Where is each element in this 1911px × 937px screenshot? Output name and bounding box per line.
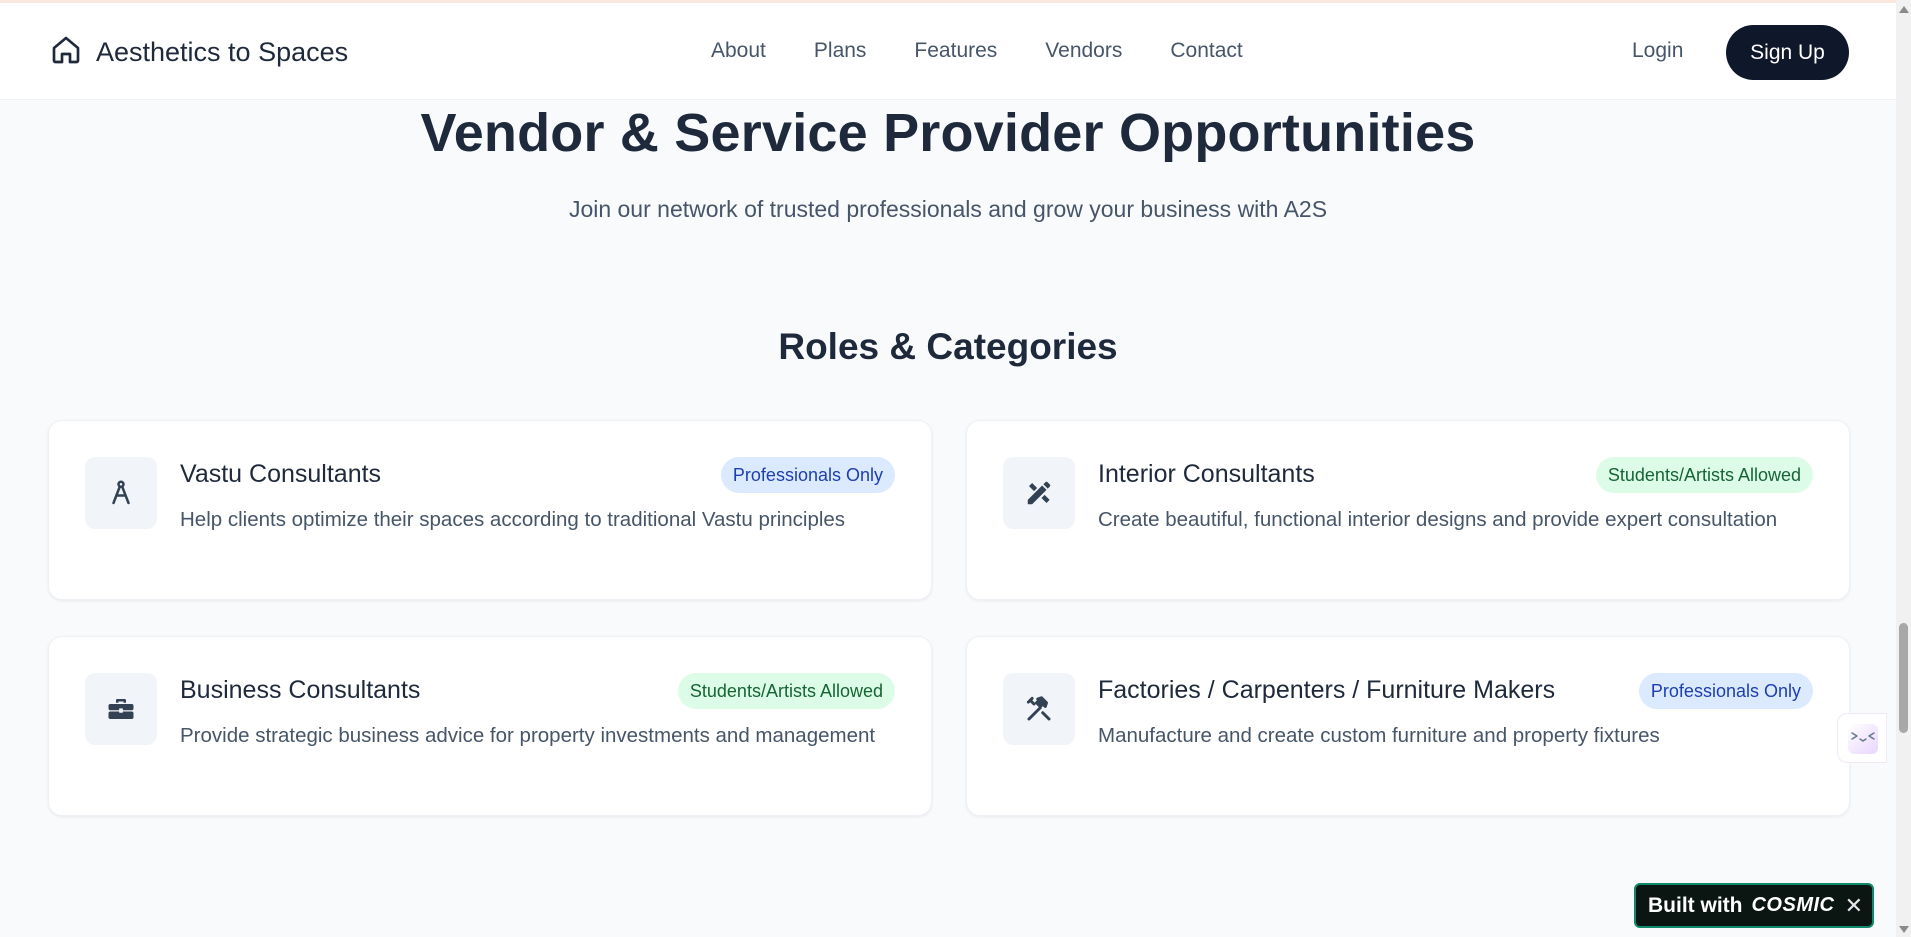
role-card-description: Provide strategic business advice for pr… — [180, 724, 876, 747]
built-with-cosmic-badge[interactable]: Built with COSMIC ✕ — [1634, 883, 1874, 928]
page-scrollbar[interactable] — [1896, 0, 1911, 937]
nav-link-about[interactable]: About — [711, 39, 766, 63]
close-icon[interactable]: ✕ — [1845, 893, 1863, 919]
brand-logo-link[interactable]: Aesthetics to Spaces — [50, 34, 348, 71]
nav-link-plans[interactable]: Plans — [814, 39, 867, 63]
role-card-description: Manufacture and create custom furniture … — [1098, 724, 1660, 747]
role-card-description: Create beautiful, functional interior de… — [1098, 508, 1778, 531]
role-card-title: Interior Consultants — [1098, 460, 1315, 488]
nav-link-features[interactable]: Features — [914, 39, 997, 63]
hammer-wrench-icon — [1003, 673, 1075, 745]
role-card-title: Business Consultants — [180, 676, 421, 704]
role-card-interior: Interior Consultants Students/Artists Al… — [966, 420, 1850, 600]
status-badge: Students/Artists Allowed — [1595, 457, 1813, 493]
side-helper-widget[interactable] — [1837, 713, 1887, 763]
scrollbar-thumb[interactable] — [1899, 623, 1908, 733]
compass-icon — [85, 457, 157, 529]
home-icon — [50, 34, 82, 71]
status-badge: Students/Artists Allowed — [677, 673, 895, 709]
role-card-description: Help clients optimize their spaces accor… — [180, 508, 846, 531]
role-card-business: Business Consultants Students/Artists Al… — [48, 636, 932, 816]
cosmic-badge-label: Built with — [1648, 893, 1743, 917]
role-card-title: Factories / Carpenters / Furniture Maker… — [1098, 676, 1556, 704]
signup-button[interactable]: Sign Up — [1726, 25, 1849, 80]
nav-link-contact[interactable]: Contact — [1170, 39, 1242, 63]
scroll-down-arrow-icon[interactable] — [1899, 926, 1909, 933]
role-card-factories: Factories / Carpenters / Furniture Maker… — [966, 636, 1850, 816]
main-nav: About Plans Features Vendors Contact — [711, 39, 1243, 63]
status-badge: Professionals Only — [1638, 673, 1813, 709]
briefcase-icon — [85, 673, 157, 745]
nav-link-vendors[interactable]: Vendors — [1045, 39, 1122, 63]
role-card-vastu: Vastu Consultants Professionals Only Hel… — [48, 420, 932, 600]
login-button[interactable]: Login — [1632, 39, 1683, 63]
status-badge: Professionals Only — [720, 457, 895, 493]
pencil-ruler-icon — [1003, 457, 1075, 529]
brand-name: Aesthetics to Spaces — [96, 37, 349, 67]
roles-section-title: Roles & Categories — [778, 326, 1118, 367]
role-card-title: Vastu Consultants — [180, 460, 382, 488]
scroll-up-arrow-icon[interactable] — [1899, 6, 1909, 13]
site-header: Aesthetics to Spaces About Plans Feature… — [0, 3, 1896, 100]
code-chevron-icon — [1848, 724, 1878, 754]
page-title: Vendor & Service Provider Opportunities — [420, 103, 1476, 163]
page-subtitle: Join our network of trusted professional… — [568, 196, 1328, 222]
cosmic-logo: COSMIC — [1751, 894, 1835, 916]
